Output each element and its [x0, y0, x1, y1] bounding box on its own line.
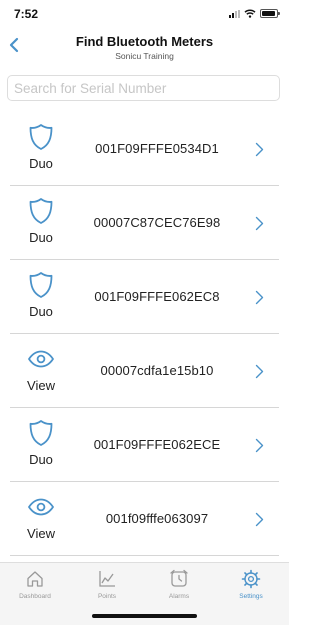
meter-row[interactable]: Duo 00007C87CEC76E98 [10, 186, 279, 260]
chart-icon [99, 571, 115, 587]
meter-type-label: View [27, 378, 55, 393]
tab-label: Settings [239, 593, 263, 600]
home-indicator [92, 614, 197, 618]
chevron-right-icon [253, 214, 265, 232]
battery-icon [260, 9, 280, 18]
shield-icon [26, 124, 56, 150]
meter-type-label: Duo [29, 156, 53, 171]
meter-type-label: Duo [29, 304, 53, 319]
meter-row[interactable]: Duo 001F09FFFE062EC8 [10, 260, 279, 334]
meter-serial: 001F09FFFE0534D1 [95, 141, 219, 156]
status-icons [229, 9, 280, 18]
home-icon [27, 571, 43, 587]
shield-icon [26, 198, 56, 224]
meter-type-label: View [27, 526, 55, 541]
wifi-icon [244, 9, 256, 18]
tab-settings[interactable]: Settings [221, 569, 281, 609]
meter-serial: 001f09fffe063097 [105, 511, 209, 526]
meter-serial: 00007cdfa1e15b10 [100, 363, 214, 378]
gear-icon [241, 569, 261, 589]
page-subtitle: Sonicu Training [115, 51, 174, 61]
chevron-right-icon [253, 140, 265, 158]
alarm-clock-icon [170, 569, 188, 587]
eye-icon [26, 346, 56, 372]
meter-list: Duo 001F09FFFE0534D1 Duo 00007C87CEC76E9… [10, 112, 279, 556]
meter-serial: 001F09FFFE062ECE [93, 437, 221, 452]
cellular-signal-icon [229, 9, 240, 18]
meter-row[interactable]: View 001f09fffe063097 [10, 482, 279, 556]
search-input[interactable] [8, 76, 279, 100]
search-box [7, 75, 280, 101]
chevron-right-icon [253, 436, 265, 454]
status-bar: 7:52 [0, 0, 289, 26]
shield-icon [26, 272, 56, 298]
chevron-right-icon [253, 288, 265, 306]
chevron-right-icon [253, 510, 265, 528]
page-title: Find Bluetooth Meters [75, 34, 214, 49]
meter-row[interactable]: Duo 001F09FFFE062ECE [10, 408, 279, 482]
meter-row[interactable]: Duo 001F09FFFE0534D1 [10, 112, 279, 186]
tab-dashboard[interactable]: Dashboard [5, 569, 65, 609]
meter-serial: 001F09FFFE062EC8 [94, 289, 220, 304]
tab-label: Points [97, 593, 117, 600]
meter-type-label: Duo [29, 452, 53, 467]
shield-icon [26, 420, 56, 446]
navigation-bar: Find Bluetooth Meters Sonicu Training [0, 26, 289, 66]
tab-bar: Dashboard Points Alarms Settings [0, 562, 289, 625]
meter-row[interactable]: View 00007cdfa1e15b10 [10, 334, 279, 408]
status-time: 7:52 [14, 7, 39, 21]
meter-serial: 00007C87CEC76E98 [93, 215, 221, 230]
tab-label: Alarms [168, 593, 190, 600]
tab-points[interactable]: Points [77, 569, 137, 609]
tab-label: Dashboard [19, 593, 51, 600]
eye-icon [26, 494, 56, 520]
meter-type-label: Duo [29, 230, 53, 245]
chevron-right-icon [253, 362, 265, 380]
tab-alarms[interactable]: Alarms [149, 569, 209, 609]
